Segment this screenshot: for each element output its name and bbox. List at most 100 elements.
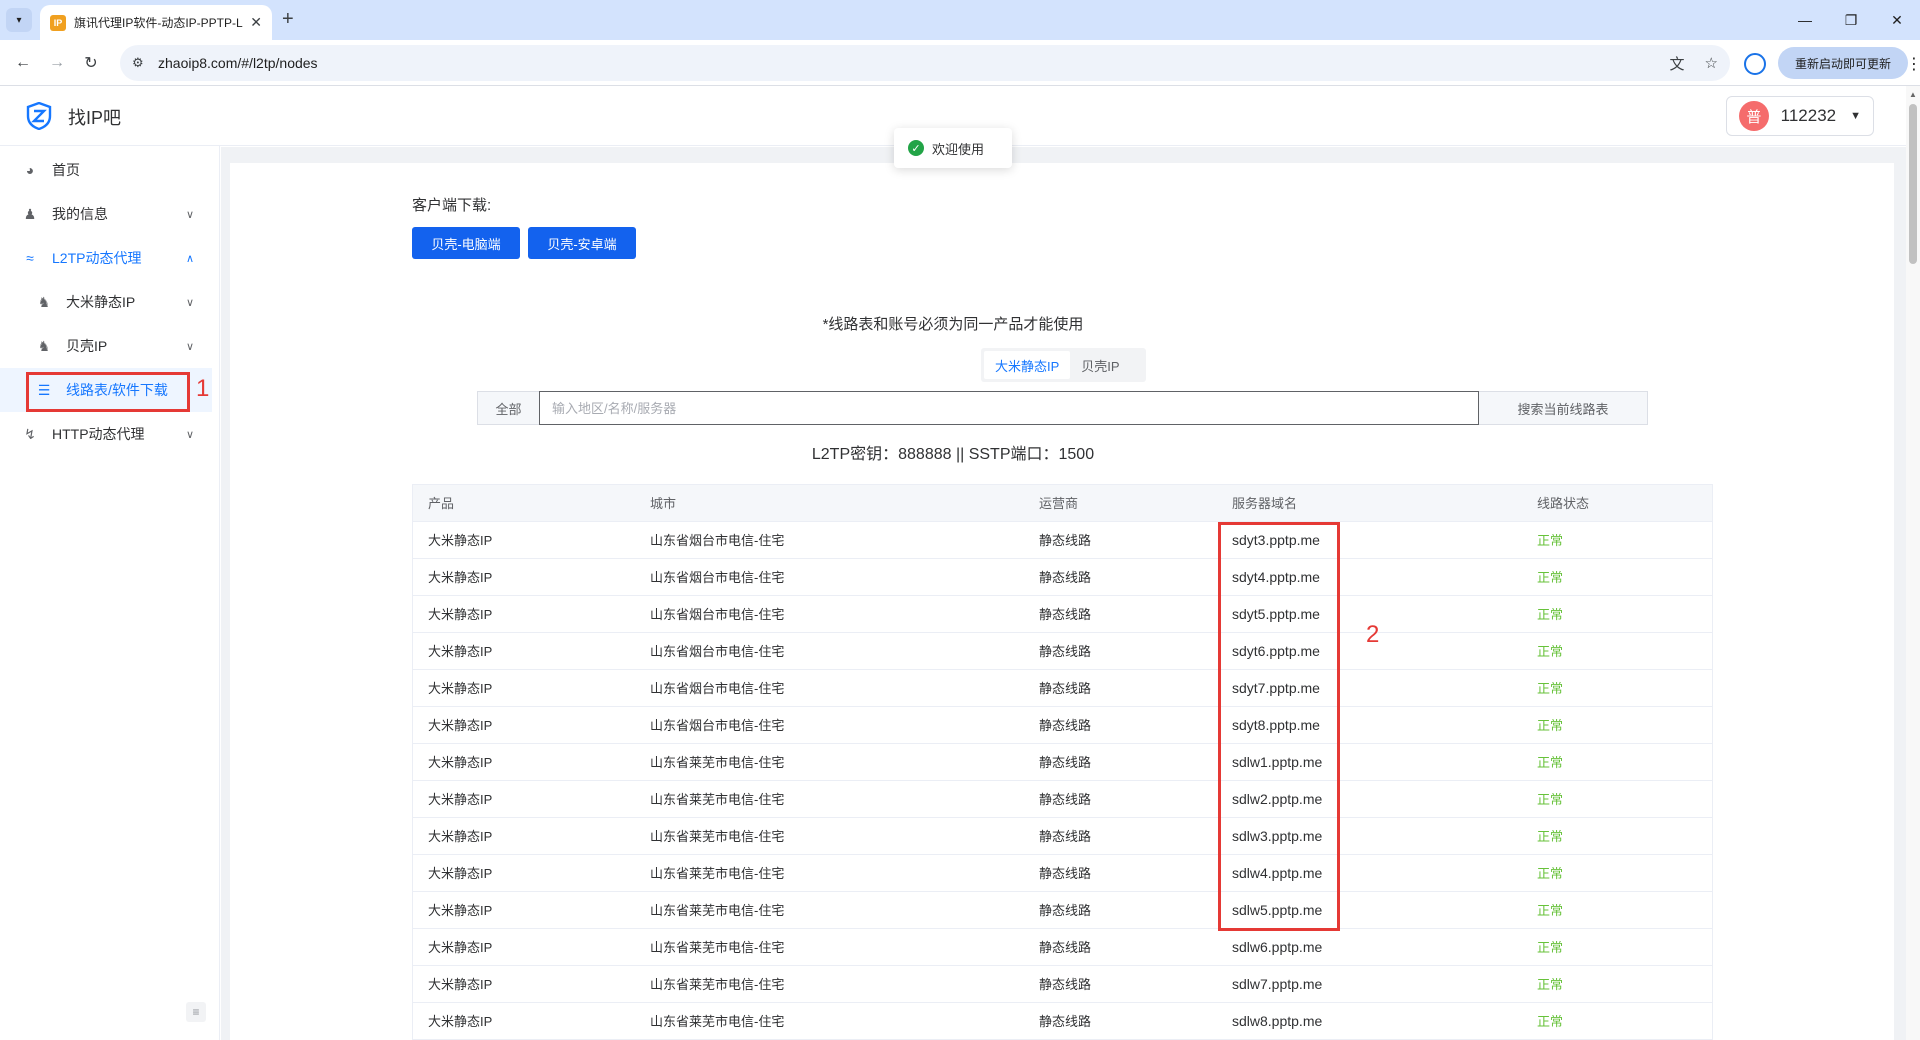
cell-product: 大米静态IP bbox=[428, 940, 493, 955]
address-bar[interactable]: ⚙ zhaoip8.com/#/l2tp/nodes 文 ☆ bbox=[120, 45, 1730, 81]
sidebar-item-my-info[interactable]: ♟ 我的信息 ∨ bbox=[0, 192, 212, 236]
cell-status: 正常 bbox=[1537, 607, 1564, 622]
close-icon[interactable]: ✕ bbox=[250, 14, 262, 31]
sidebar-item-home[interactable]: ◕ 首页 bbox=[0, 148, 212, 192]
annotation-number-1: 1 bbox=[196, 375, 210, 402]
new-tab-icon[interactable]: + bbox=[282, 8, 294, 30]
cell-city: 山东省莱芜市电信-住宅 bbox=[650, 792, 785, 807]
cell-status: 正常 bbox=[1537, 792, 1564, 807]
cell-carrier: 静态线路 bbox=[1039, 718, 1092, 733]
minimize-icon[interactable]: — bbox=[1782, 0, 1828, 40]
cell-status: 正常 bbox=[1537, 940, 1564, 955]
cell-carrier: 静态线路 bbox=[1039, 792, 1092, 807]
more-menu-icon[interactable]: ⋮ bbox=[1906, 54, 1920, 74]
cell-carrier: 静态线路 bbox=[1039, 829, 1092, 844]
download-pc-button[interactable]: 贝壳-电脑端 bbox=[412, 227, 520, 259]
table-row: 大米静态IP 山东省烟台市电信-住宅 静态线路 sdyt4.pptp.me 正常 bbox=[413, 559, 1712, 596]
annotation-box-1 bbox=[26, 372, 190, 412]
browser-tab[interactable]: IP 旗讯代理IP软件-动态IP-PPTP-L ✕ bbox=[40, 5, 272, 40]
column-header-product: 产品 bbox=[428, 496, 455, 511]
cell-city: 山东省莱芜市电信-住宅 bbox=[650, 903, 785, 918]
site-settings-icon[interactable]: ⚙ bbox=[132, 55, 148, 71]
annotation-number-2: 2 bbox=[1366, 621, 1380, 648]
cell-product: 大米静态IP bbox=[428, 681, 493, 696]
search-button[interactable]: 搜索当前线路表 bbox=[1479, 391, 1648, 425]
page-scrollbar[interactable]: ▲ bbox=[1906, 86, 1920, 1040]
sidebar-item-l2tp[interactable]: ≈ L2TP动态代理 ∧ bbox=[0, 236, 212, 280]
cell-city: 山东省莱芜市电信-住宅 bbox=[650, 866, 785, 881]
cell-status: 正常 bbox=[1537, 755, 1564, 770]
cell-carrier: 静态线路 bbox=[1039, 533, 1092, 548]
reload-icon[interactable]: ↻ bbox=[78, 50, 104, 76]
search-input[interactable] bbox=[539, 391, 1479, 425]
l2tp-key-info: L2TP密钥：888888 || SSTP端口：1500 bbox=[811, 446, 1095, 463]
column-header-city: 城市 bbox=[650, 496, 677, 511]
fox-icon: ♞ bbox=[37, 337, 51, 354]
chevron-up-icon: ∧ bbox=[185, 252, 194, 265]
cell-domain: sdlw6.pptp.me bbox=[1232, 939, 1323, 955]
nodes-table: 产品 城市 运营商 服务器域名 线路状态 大米静态IP 山东省烟台市电信-住宅 静态… bbox=[412, 484, 1713, 1040]
welcome-toast: ✓ 欢迎使用 bbox=[894, 128, 1012, 168]
cell-status: 正常 bbox=[1537, 718, 1564, 733]
column-header-carrier: 运营商 bbox=[1039, 496, 1079, 511]
cell-product: 大米静态IP bbox=[428, 644, 493, 659]
sidebar-item-label: 贝壳IP bbox=[66, 338, 108, 354]
product-switch: 大米静态IP 贝壳IP bbox=[981, 348, 1146, 382]
bookmark-star-icon[interactable]: ☆ bbox=[1705, 54, 1718, 72]
cell-product: 大米静态IP bbox=[428, 866, 493, 881]
user-icon: ♟ bbox=[23, 205, 37, 222]
table-row: 大米静态IP 山东省莱芜市电信-住宅 静态线路 sdlw7.pptp.me 正常 bbox=[413, 966, 1712, 1003]
success-check-icon: ✓ bbox=[908, 140, 924, 156]
close-window-icon[interactable]: ✕ bbox=[1874, 0, 1920, 40]
cell-carrier: 静态线路 bbox=[1039, 977, 1092, 992]
user-dropdown[interactable]: 普 112232 ▼ bbox=[1726, 96, 1874, 136]
sidebar-item-label: L2TP动态代理 bbox=[52, 250, 142, 266]
table-row: 大米静态IP 山东省莱芜市电信-住宅 静态线路 sdlw2.pptp.me 正常 bbox=[413, 781, 1712, 818]
cell-product: 大米静态IP bbox=[428, 718, 493, 733]
download-label: 客户端下载: bbox=[412, 197, 492, 214]
scroll-thumb[interactable] bbox=[1909, 104, 1917, 264]
cell-city: 山东省烟台市电信-住宅 bbox=[650, 607, 785, 622]
cell-city: 山东省烟台市电信-住宅 bbox=[650, 681, 785, 696]
table-header-row: 产品 城市 运营商 服务器域名 线路状态 bbox=[413, 485, 1712, 522]
translate-icon[interactable]: 文 bbox=[1670, 53, 1685, 74]
browser-tabstrip: ▾ IP 旗讯代理IP软件-动态IP-PPTP-L ✕ + — ❐ ✕ bbox=[0, 0, 1920, 40]
caret-down-icon: ▼ bbox=[1850, 110, 1861, 122]
cell-status: 正常 bbox=[1537, 681, 1564, 696]
site-favicon-icon: IP bbox=[50, 14, 66, 31]
tab-search-button[interactable]: ▾ bbox=[6, 8, 32, 32]
sidebar-item-label: 首页 bbox=[52, 162, 80, 178]
cell-carrier: 静态线路 bbox=[1039, 940, 1092, 955]
cell-carrier: 静态线路 bbox=[1039, 866, 1092, 881]
cell-product: 大米静态IP bbox=[428, 1014, 493, 1029]
table-row: 大米静态IP 山东省莱芜市电信-住宅 静态线路 sdlw4.pptp.me 正常 bbox=[413, 855, 1712, 892]
cell-status: 正常 bbox=[1537, 570, 1564, 585]
search-scope-select[interactable]: 全部 bbox=[477, 391, 539, 425]
cell-carrier: 静态线路 bbox=[1039, 570, 1092, 585]
relaunch-update-button[interactable]: 重新启动即可更新 bbox=[1778, 47, 1908, 79]
table-row: 大米静态IP 山东省莱芜市电信-住宅 静态线路 sdlw1.pptp.me 正常 bbox=[413, 744, 1712, 781]
fox-icon: ♞ bbox=[37, 293, 51, 310]
cell-city: 山东省烟台市电信-住宅 bbox=[650, 718, 785, 733]
scroll-up-icon[interactable]: ▲ bbox=[1909, 90, 1917, 99]
window-controls: — ❐ ✕ bbox=[1782, 0, 1920, 40]
browser-toolbar: ← → ↻ ⚙ zhaoip8.com/#/l2tp/nodes 文 ☆ 重新启… bbox=[0, 40, 1920, 86]
cell-carrier: 静态线路 bbox=[1039, 607, 1092, 622]
cell-status: 正常 bbox=[1537, 829, 1564, 844]
cell-status: 正常 bbox=[1537, 1014, 1564, 1029]
back-icon[interactable]: ← bbox=[10, 50, 36, 76]
profile-icon[interactable] bbox=[1744, 53, 1766, 75]
cell-city: 山东省莱芜市电信-住宅 bbox=[650, 755, 785, 770]
tab-dami-static[interactable]: 大米静态IP bbox=[984, 351, 1071, 379]
cell-product: 大米静态IP bbox=[428, 977, 493, 992]
collapse-sidebar-icon[interactable]: ≡ bbox=[186, 1002, 206, 1022]
restore-icon[interactable]: ❐ bbox=[1828, 0, 1874, 40]
cell-domain: sdlw7.pptp.me bbox=[1232, 976, 1323, 992]
cell-status: 正常 bbox=[1537, 866, 1564, 881]
table-row: 大米静态IP 山东省莱芜市电信-住宅 静态线路 sdlw6.pptp.me 正常 bbox=[413, 929, 1712, 966]
download-android-button[interactable]: 贝壳-安卓端 bbox=[528, 227, 636, 259]
tab-beike-ip[interactable]: 贝壳IP bbox=[1070, 351, 1130, 379]
forward-icon[interactable]: → bbox=[44, 50, 70, 76]
cell-carrier: 静态线路 bbox=[1039, 1014, 1092, 1029]
cell-status: 正常 bbox=[1537, 903, 1564, 918]
